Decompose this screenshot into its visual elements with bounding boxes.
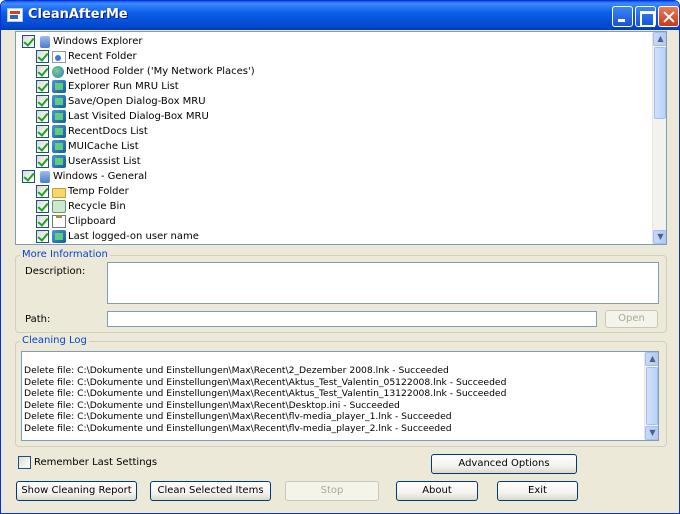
app-icon[interactable] — [7, 8, 23, 22]
tree-item-checkbox[interactable] — [22, 170, 35, 183]
tree-item[interactable]: Temp Folder — [36, 184, 129, 199]
tree-item-label: Explorer Run MRU List — [68, 81, 179, 92]
log-scroll-thumb[interactable] — [646, 367, 658, 425]
tree-item[interactable]: Last logged-on user name — [36, 229, 199, 244]
tree-scrollbar[interactable]: ▲ ▼ — [652, 32, 666, 244]
recycle-bin-icon — [52, 200, 66, 213]
close-button[interactable] — [658, 6, 679, 27]
tree-item-label: Last Visited Dialog-Box MRU — [68, 111, 209, 122]
show-cleaning-report-button[interactable]: Show Cleaning Report — [16, 481, 137, 501]
tree-item-checkbox[interactable] — [36, 110, 49, 123]
tree-item[interactable]: Recent Folder — [36, 49, 137, 64]
folder-icon — [52, 187, 66, 198]
tree-item[interactable]: Clipboard — [36, 214, 116, 229]
log-line: Delete file: C:\Dokumente und Einstellun… — [24, 388, 507, 399]
tree-item-checkbox[interactable] — [36, 125, 49, 138]
clipboard-icon — [52, 215, 66, 228]
log-line: Delete file: C:\Dokumente und Einstellun… — [24, 365, 449, 376]
tree-item-checkbox[interactable] — [36, 155, 49, 168]
tree-item-checkbox[interactable] — [36, 215, 49, 228]
window-title: CleanAfterMe — [28, 7, 128, 22]
tree-item-checkbox[interactable] — [36, 65, 49, 78]
minimize-button[interactable] — [612, 6, 633, 27]
remember-settings-option[interactable]: Remember Last Settings — [18, 456, 157, 469]
log-line: Delete file: C:\Dokumente und Einstellun… — [24, 422, 452, 434]
tree-item-label: RecentDocs List — [68, 126, 148, 137]
registry-icon — [52, 80, 66, 93]
app-window: CleanAfterMe Windows Explorer Recent Fold… — [0, 0, 680, 514]
log-scroll-down-button[interactable]: ▼ — [645, 426, 658, 440]
tree-item-checkbox[interactable] — [36, 50, 49, 63]
tree-item-label: NetHood Folder ('My Network Places') — [66, 66, 255, 77]
tree-item-checkbox[interactable] — [22, 35, 35, 48]
remember-settings-label: Remember Last Settings — [34, 457, 158, 468]
registry-icon — [52, 110, 66, 123]
tree-item[interactable]: UserAssist List — [36, 154, 141, 169]
maximize-button[interactable] — [635, 6, 656, 27]
path-field[interactable] — [107, 311, 597, 327]
folder-document-icon — [52, 50, 66, 63]
log-line: Delete file: C:\Dokumente und Einstellun… — [24, 411, 452, 422]
computer-icon — [40, 35, 50, 48]
network-icon — [52, 65, 64, 78]
description-label: Description: — [25, 266, 86, 277]
clean-selected-items-button[interactable]: Clean Selected Items — [150, 481, 271, 501]
more-information-legend: More Information — [20, 249, 110, 260]
tree-item-label: Last logged-on user name — [68, 231, 199, 242]
tree-item[interactable]: Recycle Bin — [36, 199, 126, 214]
tree-item[interactable]: Save/Open Dialog-Box MRU — [36, 94, 206, 109]
scroll-up-button[interactable]: ▲ — [653, 32, 666, 46]
tree-item[interactable]: Explorer Run MRU List — [36, 79, 179, 94]
tree-item-label: Windows Explorer — [53, 36, 143, 47]
tree-item[interactable]: MUICache List — [36, 139, 139, 154]
exit-button[interactable]: Exit — [497, 481, 578, 501]
path-label: Path: — [25, 314, 51, 325]
tree-item-label: Recent Folder — [68, 51, 137, 62]
advanced-options-button[interactable]: Advanced Options — [431, 454, 577, 474]
tree-item-label: UserAssist List — [68, 156, 141, 167]
about-button[interactable]: About — [396, 481, 478, 501]
cleaning-log-legend: Cleaning Log — [20, 335, 89, 346]
tree-item-checkbox[interactable] — [36, 80, 49, 93]
registry-icon — [52, 155, 66, 168]
log-line: Delete file: C:\Dokumente und Einstellun… — [24, 399, 400, 411]
tree-item-label: Temp Folder — [68, 186, 129, 197]
open-button[interactable]: Open — [605, 310, 658, 328]
log-line: Delete file: C:\Dokumente und Einstellun… — [24, 376, 507, 388]
tree-item-label: MUICache List — [68, 141, 139, 152]
title-bar[interactable]: CleanAfterMe — [1, 1, 679, 30]
log-scroll-up-button[interactable]: ▲ — [645, 352, 658, 366]
tree-item-label: Windows - General — [53, 171, 148, 182]
stop-button[interactable]: Stop — [285, 481, 379, 501]
log-lines: Delete file: C:\Dokumente und Einstellun… — [24, 365, 506, 434]
tree-item[interactable]: NetHood Folder ('My Network Places') — [36, 64, 255, 79]
cleaning-log-box[interactable]: Delete file: C:\Dokumente und Einstellun… — [21, 351, 659, 441]
cleanup-items-tree[interactable]: Windows Explorer Recent Folder NetHood Fol… — [15, 31, 667, 245]
tree-item-checkbox[interactable] — [36, 95, 49, 108]
tree-item-checkbox[interactable] — [36, 200, 49, 213]
remember-settings-checkbox[interactable] — [18, 456, 31, 469]
tree-item[interactable]: Windows - General — [22, 169, 147, 184]
description-field[interactable] — [107, 262, 659, 304]
log-scrollbar[interactable]: ▲ ▼ — [644, 352, 658, 440]
tree-item-label: Recycle Bin — [68, 201, 126, 212]
tree-item[interactable]: RecentDocs List — [36, 124, 148, 139]
scroll-thumb[interactable] — [654, 47, 666, 119]
tree-item-label: Clipboard — [68, 216, 116, 227]
registry-icon — [52, 230, 66, 243]
scroll-down-button[interactable]: ▼ — [653, 230, 666, 244]
registry-icon — [52, 125, 66, 138]
tree-item-checkbox[interactable] — [36, 140, 49, 153]
tree-item-checkbox[interactable] — [36, 230, 49, 243]
tree-item-checkbox[interactable] — [36, 185, 49, 198]
registry-icon — [52, 140, 66, 153]
registry-icon — [52, 95, 66, 108]
computer-icon — [40, 170, 50, 183]
tree-item[interactable]: Last Visited Dialog-Box MRU — [36, 109, 209, 124]
tree-item[interactable]: Windows Explorer — [22, 34, 142, 49]
tree-item-label: Save/Open Dialog-Box MRU — [68, 96, 206, 107]
